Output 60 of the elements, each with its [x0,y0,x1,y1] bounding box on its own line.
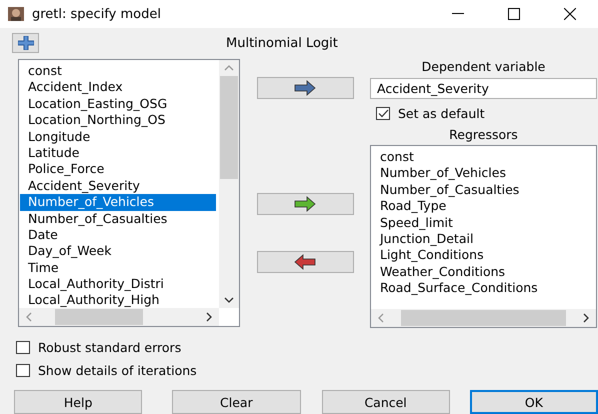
list-item[interactable]: Latitude [20,144,216,162]
dialog-button[interactable]: Clear [172,390,300,414]
list-item[interactable]: Junction_Detail [380,230,596,248]
list-item[interactable]: Local_Authority_High [20,292,216,309]
horizontal-scrollbar[interactable] [371,309,596,327]
list-item[interactable]: Light_Conditions [380,247,596,264]
maximize-icon [508,8,520,20]
list-item[interactable]: Accident_Index [20,79,216,96]
list-item[interactable]: Road_Surface_Conditions [380,280,596,297]
right-arrow-icon [293,195,317,213]
plus-icon [18,36,34,50]
list-item[interactable]: Speed_limit [380,214,596,231]
list-label: Regressors [449,127,518,142]
list-item[interactable]: Longitude [20,128,216,145]
scroll-thumb[interactable] [401,310,566,326]
scroll-right-icon[interactable] [204,312,213,322]
right-arrow-icon [293,79,317,97]
add-button[interactable] [12,33,39,53]
checkbox[interactable] [16,364,30,377]
scroll-thumb[interactable] [55,309,143,325]
checkbox-label: Set as default [398,106,485,121]
arrow-button[interactable] [256,193,354,215]
list-item[interactable]: const [20,63,216,80]
checkbox-label: Show details of iterations [38,363,197,378]
minimize-icon [452,13,464,15]
list-item[interactable]: Police_Force [20,161,216,178]
list-item[interactable]: Number_of_Vehicles [20,194,216,211]
list-item[interactable]: Date [20,226,216,244]
close-icon [564,8,576,20]
dialog-button[interactable]: Help [14,390,142,414]
field-label: Dependent variable [422,59,546,74]
list-item[interactable]: Accident_Severity [20,178,216,194]
vertical-scrollbar[interactable] [219,60,239,308]
scroll-thumb[interactable] [220,76,238,179]
checkbox-label: Robust standard errors [38,340,182,355]
dialog-heading: Multinomial Logit [226,36,338,50]
arrow-button[interactable] [256,77,354,99]
list-item[interactable]: Weather_Conditions [380,264,596,280]
dialog-button[interactable]: Cancel [322,390,450,414]
list-item[interactable]: Number_of_Casualties [380,182,596,198]
app-icon [8,7,24,21]
list-item[interactable]: Location_Northing_OS [20,112,216,129]
dialog-button[interactable]: OK [470,390,598,414]
list-item[interactable]: Day_of_Week [20,243,216,260]
list-item[interactable]: Number_of_Casualties [20,210,216,227]
list-item[interactable]: Road_Type [380,198,596,215]
dependent-field[interactable]: Accident_Severity [370,78,597,99]
list-item[interactable]: Location_Easting_OSG [20,96,216,112]
arrow-button[interactable] [256,251,354,273]
checkbox[interactable] [376,107,390,120]
window-title: gretl: specify model [32,6,162,22]
horizontal-scrollbar[interactable] [19,308,219,326]
list-item[interactable]: Number_of_Vehicles [380,165,596,182]
checkbox[interactable] [16,341,30,354]
scroll-right-icon[interactable] [581,313,590,323]
left-arrow-icon [293,253,317,271]
list-item[interactable]: const [380,149,596,166]
scroll-down-icon[interactable] [224,296,234,304]
list-item[interactable]: Time [20,260,216,276]
list-item[interactable]: Local_Authority_Distri [20,276,216,292]
